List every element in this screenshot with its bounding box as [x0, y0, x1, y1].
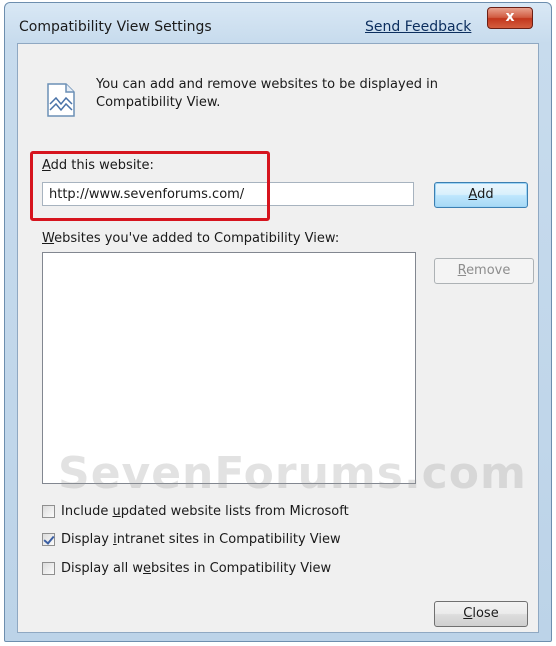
- display-intranet-label-pre: Display: [61, 531, 114, 547]
- websites-list-label-text: ebsites you've added to Compatibility Vi…: [54, 231, 340, 246]
- websites-list-label: Websites you've added to Compatibility V…: [42, 231, 339, 246]
- send-feedback-link[interactable]: Send Feedback: [365, 19, 471, 35]
- include-updated-lists-checkbox[interactable]: [42, 504, 55, 518]
- option-display-intranet[interactable]: Display intranet sites in Compatibility …: [42, 530, 341, 548]
- display-all-websites-label: Display all websites in Compatibility Vi…: [61, 561, 331, 576]
- close-button-label: lose: [472, 606, 499, 621]
- highlight-box: [30, 151, 270, 221]
- dialog-title: Compatibility View Settings: [19, 19, 212, 35]
- display-intranet-label: Display intranet sites in Compatibility …: [61, 532, 341, 547]
- display-all-websites-label-key: e: [143, 560, 152, 576]
- close-icon: x: [505, 9, 515, 25]
- include-updated-lists-label-post: pdated website lists from Microsoft: [120, 503, 349, 519]
- broken-page-icon: [47, 83, 75, 117]
- close-button-accesskey: C: [463, 606, 473, 621]
- display-all-websites-label-pre: Display all w: [61, 560, 144, 576]
- display-all-websites-checkbox[interactable]: [42, 561, 55, 575]
- add-button-accesskey: A: [468, 187, 478, 202]
- title-bar[interactable]: Compatibility View Settings Send Feedbac…: [5, 3, 551, 43]
- watermark: SevenForums.com: [58, 448, 527, 499]
- include-updated-lists-label-key: u: [112, 503, 121, 519]
- option-include-updated-lists[interactable]: Include updated website lists from Micro…: [42, 502, 349, 520]
- include-updated-lists-label: Include updated website lists from Micro…: [61, 504, 349, 519]
- remove-button-accesskey: R: [457, 263, 467, 278]
- dialog-content: You can add and remove websites to be di…: [17, 43, 539, 633]
- close-button[interactable]: Close: [434, 601, 528, 627]
- display-all-websites-label-post: bsites in Compatibility View: [151, 560, 332, 576]
- info-text: You can add and remove websites to be di…: [96, 77, 438, 110]
- add-button[interactable]: Add: [434, 182, 528, 208]
- websites-list-label-accesskey: W: [42, 231, 55, 246]
- dialog-window: Compatibility View Settings Send Feedbac…: [4, 2, 552, 642]
- remove-button-label: emove: [466, 263, 511, 278]
- remove-button[interactable]: Remove: [434, 258, 534, 284]
- display-intranet-checkbox[interactable]: [42, 532, 55, 546]
- close-window-button[interactable]: x: [487, 7, 533, 29]
- display-intranet-label-post: ntranet sites in Compatibility View: [116, 531, 341, 547]
- add-button-label: dd: [477, 187, 494, 202]
- option-display-all-websites[interactable]: Display all websites in Compatibility Vi…: [42, 559, 331, 577]
- include-updated-lists-label-pre: Include: [61, 503, 113, 519]
